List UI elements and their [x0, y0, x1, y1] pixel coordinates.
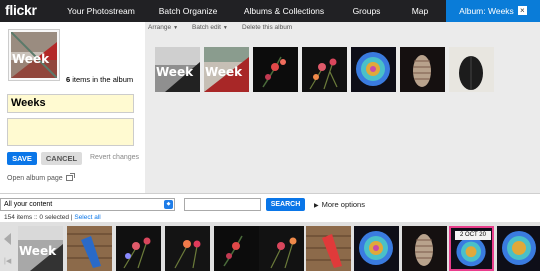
strip-photo[interactable]	[116, 226, 161, 271]
album-photo[interactable]	[351, 47, 396, 92]
section-divider	[0, 193, 540, 194]
close-icon[interactable]: ×	[517, 6, 527, 16]
strip-photo[interactable]	[354, 226, 399, 271]
flickr-logo[interactable]: flickr	[5, 2, 37, 18]
batch-edit-label: Batch edit	[192, 24, 221, 31]
tab-groups[interactable]: Groups	[339, 0, 394, 22]
album-item-count: 6 items in the album	[66, 75, 133, 84]
photostream-strip: |◀ Week 2 OCT 20	[0, 222, 540, 271]
revert-changes-link[interactable]: Revert changes	[90, 154, 139, 161]
tab-album-weeks[interactable]: Album: Weeks ×	[446, 0, 540, 22]
seed-photo-image	[449, 47, 494, 92]
album-photo[interactable]	[449, 47, 494, 92]
chevron-updown-icon: ◆	[164, 200, 173, 209]
week-photo-image: Week	[18, 226, 63, 271]
album-toolbar: Arrange ▼ Batch edit ▼ Delete this album	[145, 22, 540, 35]
content-filter-value: All your content	[4, 201, 53, 208]
burst-photo-image	[497, 226, 540, 271]
top-navigation: flickr Your Photostream Batch Organize A…	[0, 0, 540, 22]
content-filter-select[interactable]: All your content ◆	[0, 198, 175, 211]
week-photo-image: Week	[204, 47, 249, 92]
open-album-page-link[interactable]: Open album page	[7, 173, 75, 182]
album-cover-image: Week	[10, 31, 58, 79]
arrange-menu[interactable]: Arrange ▼	[148, 24, 178, 31]
album-description-input[interactable]	[7, 118, 134, 146]
tab-album-weeks-label: Album: Weeks	[459, 6, 514, 16]
burst-photo-image	[351, 47, 396, 92]
strip-photo[interactable]	[306, 226, 351, 271]
strip-photo[interactable]	[259, 226, 304, 271]
cancel-button[interactable]: CANCEL	[41, 152, 82, 165]
external-link-icon	[65, 173, 75, 182]
scroll-left-icon[interactable]	[4, 233, 11, 245]
strip-photo[interactable]	[165, 226, 210, 271]
week-photo-image: Week	[155, 47, 200, 92]
strip-photo[interactable]	[497, 226, 540, 271]
album-photo[interactable]	[302, 47, 347, 92]
strip-photo-selected[interactable]: 2 OCT 20	[449, 226, 494, 271]
search-input[interactable]	[184, 198, 261, 211]
more-options-toggle[interactable]: ▶ More options	[314, 200, 365, 209]
album-cover-thumbnail[interactable]: Week	[8, 29, 60, 81]
skip-to-start-icon[interactable]: |◀	[4, 257, 11, 265]
chevron-down-icon: ▼	[222, 25, 228, 31]
tab-albums-collections[interactable]: Albums & Collections	[229, 0, 339, 22]
burst-photo-image	[354, 226, 399, 271]
tab-your-photostream[interactable]: Your Photostream	[55, 0, 147, 22]
hammer-photo-image	[67, 226, 112, 271]
strip-photo[interactable]	[402, 226, 447, 271]
selection-status: 154 items :: 0 selected | Select all	[4, 214, 101, 221]
album-photo[interactable]	[253, 47, 298, 92]
pinecone-photo-image	[400, 47, 445, 92]
batch-edit-menu[interactable]: Batch edit ▼	[192, 24, 228, 31]
album-title-input[interactable]: Weeks	[7, 94, 134, 113]
select-all-link[interactable]: Select all	[74, 214, 100, 221]
strip-photo[interactable]	[214, 226, 259, 271]
hammer-photo-image	[306, 226, 351, 271]
strip-photo[interactable]	[67, 226, 112, 271]
berry-photo-image	[214, 226, 259, 271]
svg-text:Week: Week	[19, 244, 57, 258]
album-edit-panel: Week 6 items in the album Weeks SAVE CAN…	[0, 22, 145, 193]
flower-photo-image	[302, 47, 347, 92]
items-selected-count: 154 items :: 0 selected	[4, 214, 70, 221]
pinecone-photo-image	[402, 226, 447, 271]
album-content-area: Arrange ▼ Batch edit ▼ Delete this album W…	[145, 22, 540, 193]
strip-photo[interactable]: Week	[18, 226, 63, 271]
triangle-right-icon: ▶	[314, 203, 319, 209]
flower-photo-image	[259, 226, 304, 271]
photo-date-badge: 2 OCT 20	[455, 231, 491, 240]
arrange-label: Arrange	[148, 24, 172, 31]
album-item-count-suffix: items in the album	[70, 75, 134, 84]
search-button[interactable]: SEARCH	[266, 198, 305, 211]
open-album-page-label: Open album page	[7, 175, 63, 182]
berry-photo-image	[253, 47, 298, 92]
album-photo[interactable]: Week	[204, 47, 249, 92]
svg-text:Week: Week	[12, 52, 50, 66]
album-photo[interactable]: Week	[155, 47, 200, 92]
flower-photo-image	[116, 226, 161, 271]
svg-text:Week: Week	[156, 65, 194, 79]
save-button[interactable]: SAVE	[7, 152, 37, 165]
tab-map[interactable]: Map	[394, 0, 446, 22]
delete-album-link[interactable]: Delete this album	[242, 24, 292, 31]
flower-photo-image	[165, 226, 210, 271]
more-options-label: More options	[321, 200, 365, 209]
tab-batch-organize[interactable]: Batch Organize	[147, 0, 229, 22]
svg-text:Week: Week	[205, 65, 243, 79]
album-photo[interactable]	[400, 47, 445, 92]
chevron-down-icon: ▼	[173, 25, 179, 31]
